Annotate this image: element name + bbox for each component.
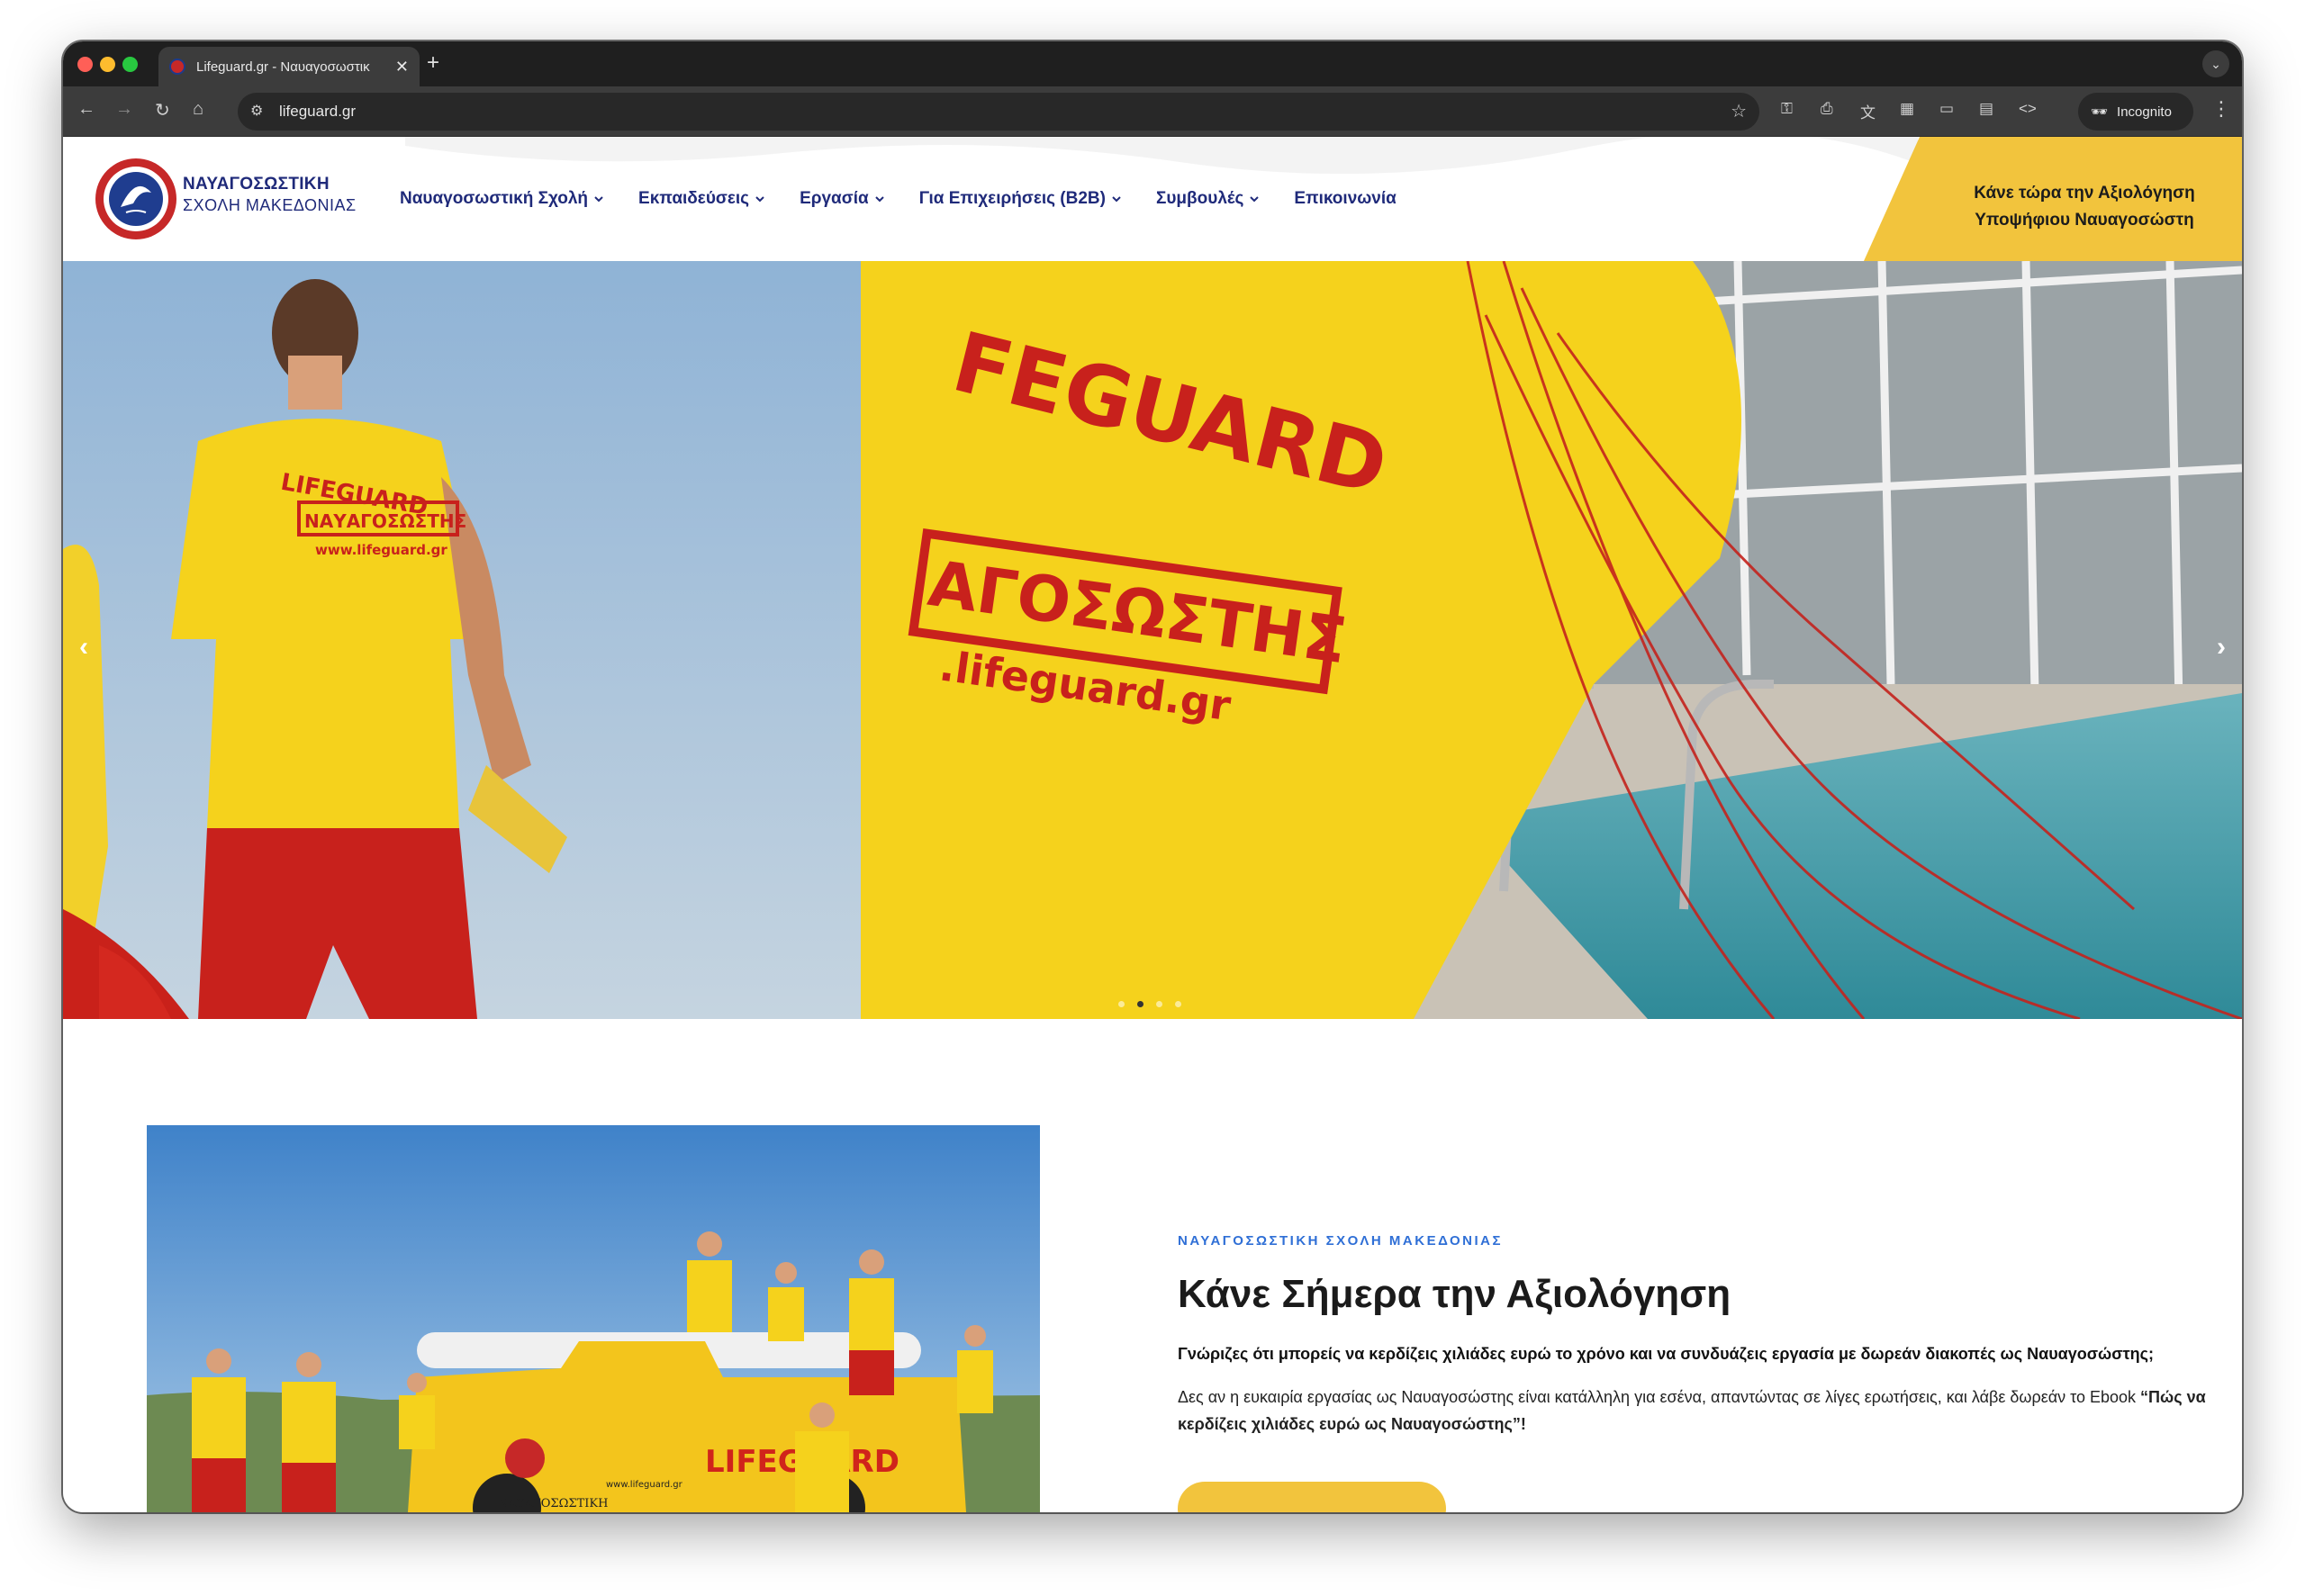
address-bar[interactable]: ⚙ lifeguard.gr ☆	[238, 93, 1759, 131]
chevron-down-icon	[594, 196, 603, 203]
nav-item-trainings[interactable]: Εκπαιδεύσεις	[638, 189, 765, 209]
slider-next-arrow[interactable]: ›	[2217, 632, 2226, 663]
password-key-icon[interactable]: ⚿	[1781, 100, 1793, 118]
qr-code-icon[interactable]: ▦	[1900, 100, 1914, 118]
tab-title: Lifeguard.gr - Ναυαγοσωστικ	[196, 59, 370, 75]
hero-slider: LIFEGUARD ΝΑΥΑΓΟΣΩΣΤΗΣ www.lifeguard.gr	[63, 261, 2242, 1019]
hero-slide-image: LIFEGUARD ΝΑΥΑΓΟΣΩΣΤΗΣ www.lifeguard.gr	[63, 261, 2242, 1019]
print-icon[interactable]: ⎙	[1821, 100, 1833, 118]
shirt-text-left-3: www.lifeguard.gr	[315, 542, 447, 558]
home-icon[interactable]: ⌂	[193, 99, 203, 120]
cast-icon[interactable]: ▭	[1939, 100, 1954, 118]
main-navigation: Ναυαγοσωστική Σχολή Εκπαιδεύσεις Εργασία…	[400, 189, 1397, 209]
browser-window: Lifeguard.gr - Ναυαγοσωστικ ✕ + ⌄ ← → ↻ …	[63, 41, 2242, 1512]
truck-door-text: ΝΑΥΑΓΟΣΩΣΤΙΚΗ	[498, 1497, 608, 1510]
tab-search-chevron-icon[interactable]: ⌄	[2202, 50, 2229, 77]
reload-icon[interactable]: ↻	[155, 99, 170, 122]
slider-dots	[1118, 1001, 1181, 1007]
nav-item-b2b[interactable]: Για Επιχειρήσεις (B2B)	[919, 189, 1122, 209]
nav-item-label: Εκπαιδεύσεις	[638, 189, 750, 208]
chevron-down-icon	[874, 196, 884, 203]
chevron-down-icon	[1250, 196, 1260, 203]
tab-close-icon[interactable]: ✕	[395, 58, 409, 77]
section-lead-paragraph: Γνώριζες ότι μπορείς να κερδίζεις χιλιάδ…	[1178, 1345, 2154, 1363]
cta-line-2: Υποψήφιου Ναυαγοσώστη	[1975, 211, 2194, 230]
section-body-paragraph: Δες αν η ευκαιρία εργασίας ως Ναυαγοσώστ…	[1178, 1384, 2222, 1438]
cta-text: Κάνε τώρα την Αξιολόγηση Υποψήφιου Ναυαγ…	[1945, 180, 2224, 234]
page-viewport: ΝΑΥΑΓΟΣΩΣΤΙΚΗ ΣΧΟΛΗ ΜΑΚΕΔΟΝΙΑΣ Ναυαγοσωσ…	[63, 137, 2242, 1512]
forward-arrow-icon[interactable]: →	[115, 99, 133, 120]
minimize-window-button[interactable]	[100, 57, 115, 72]
truck-url-text: www.lifeguard.gr	[606, 1480, 683, 1490]
brand-name[interactable]: ΝΑΥΑΓΟΣΩΣΤΙΚΗ ΣΧΟΛΗ ΜΑΚΕΔΟΝΙΑΣ	[183, 175, 357, 215]
incognito-label: Incognito	[2117, 104, 2172, 120]
school-logo[interactable]	[94, 157, 178, 241]
section-eyebrow: ΝΑΥΑΓΟΣΩΣΤΙΚΗ ΣΧΟΛΗ ΜΑΚΕΔΟΝΙΑΣ	[1178, 1233, 1503, 1249]
slider-dot[interactable]	[1137, 1001, 1143, 1007]
translate-icon[interactable]: 文	[1860, 100, 1876, 122]
slider-prev-arrow[interactable]: ‹	[79, 632, 88, 663]
site-header: ΝΑΥΑΓΟΣΩΣΤΙΚΗ ΣΧΟΛΗ ΜΑΚΕΔΟΝΙΑΣ Ναυαγοσωσ…	[63, 137, 2242, 261]
shirt-text-left-2: ΝΑΥΑΓΟΣΩΣΤΗΣ	[304, 510, 466, 532]
nav-item-label: Για Επιχειρήσεις (B2B)	[918, 189, 1106, 208]
browser-toolbar: ← → ↻ ⌂ ⚙ lifeguard.gr ☆ ⚿ ⎙ 文 ▦ ▭ ▤ <> …	[63, 86, 2242, 137]
nav-item-school[interactable]: Ναυαγοσωστική Σχολή	[400, 189, 604, 209]
tab-strip: Lifeguard.gr - Ναυαγοσωστικ ✕ + ⌄	[63, 41, 2242, 86]
brush-stroke-decoration	[405, 137, 1918, 175]
section-title: Κάνε Σήμερα την Αξιολόγηση	[1178, 1272, 1731, 1316]
site-settings-icon[interactable]: ⚙	[250, 102, 263, 120]
new-tab-button[interactable]: +	[427, 50, 439, 76]
maximize-window-button[interactable]	[122, 57, 138, 72]
devtools-code-icon[interactable]: <>	[2019, 100, 2037, 118]
browser-tab[interactable]: Lifeguard.gr - Ναυαγοσωστικ ✕	[158, 47, 420, 86]
brand-line-1: ΝΑΥΑΓΟΣΩΣΤΙΚΗ	[183, 175, 330, 194]
nav-item-tips[interactable]: Συμβουλές	[1156, 189, 1260, 209]
team-photo-image: LIFEGUARD ΝΑΥΑΓΟΣΩΣΤΙΚΗ www.lifeguard.gr	[147, 1125, 1040, 1512]
incognito-icon: 🕶	[2091, 104, 2109, 120]
incognito-indicator[interactable]: 🕶 Incognito	[2078, 93, 2193, 131]
close-window-button[interactable]	[77, 57, 93, 72]
back-arrow-icon[interactable]: ←	[77, 99, 95, 120]
slider-dot[interactable]	[1118, 1001, 1125, 1007]
cta-line-1: Κάνε τώρα την Αξιολόγηση	[1974, 184, 2195, 203]
nav-item-contact[interactable]: Επικοινωνία	[1294, 189, 1397, 209]
about-content: ΝΑΥΑΓΟΣΩΣΤΙΚΗ ΣΧΟΛΗ ΜΑΚΕΔΟΝΙΑΣ Κάνε Σήμε…	[1178, 1233, 2222, 1438]
nav-item-label: Εργασία	[800, 189, 869, 208]
browser-menu-icon[interactable]: ⋮	[2211, 97, 2231, 121]
brand-line-2: ΣΧΟΛΗ ΜΑΚΕΔΟΝΙΑΣ	[183, 196, 357, 214]
team-truck-photo: LIFEGUARD ΝΑΥΑΓΟΣΩΣΤΙΚΗ www.lifeguard.gr	[147, 1125, 1040, 1512]
nav-item-work[interactable]: Εργασία	[800, 189, 885, 209]
reading-mode-icon[interactable]: ▤	[1979, 100, 1993, 118]
slider-dot[interactable]	[1156, 1001, 1162, 1007]
favicon-icon	[169, 59, 185, 75]
url-text[interactable]: lifeguard.gr	[279, 103, 356, 121]
slider-dot[interactable]	[1175, 1001, 1181, 1007]
assessment-cta-button[interactable]: Κάνε τώρα την Αξιολόγηση Υποψήφιου Ναυαγ…	[1864, 137, 2242, 261]
nav-item-label: Επικοινωνία	[1294, 189, 1397, 208]
nav-item-label: Συμβουλές	[1155, 189, 1244, 208]
body-text: Δες αν η ευκαιρία εργασίας ως Ναυαγοσώστ…	[1178, 1388, 2141, 1406]
chevron-down-icon	[755, 196, 764, 203]
nav-item-label: Ναυαγοσωστική Σχολή	[400, 189, 589, 208]
assessment-start-button[interactable]	[1178, 1482, 1446, 1512]
bookmark-star-icon[interactable]: ☆	[1731, 100, 1747, 122]
chevron-down-icon	[1112, 196, 1121, 203]
